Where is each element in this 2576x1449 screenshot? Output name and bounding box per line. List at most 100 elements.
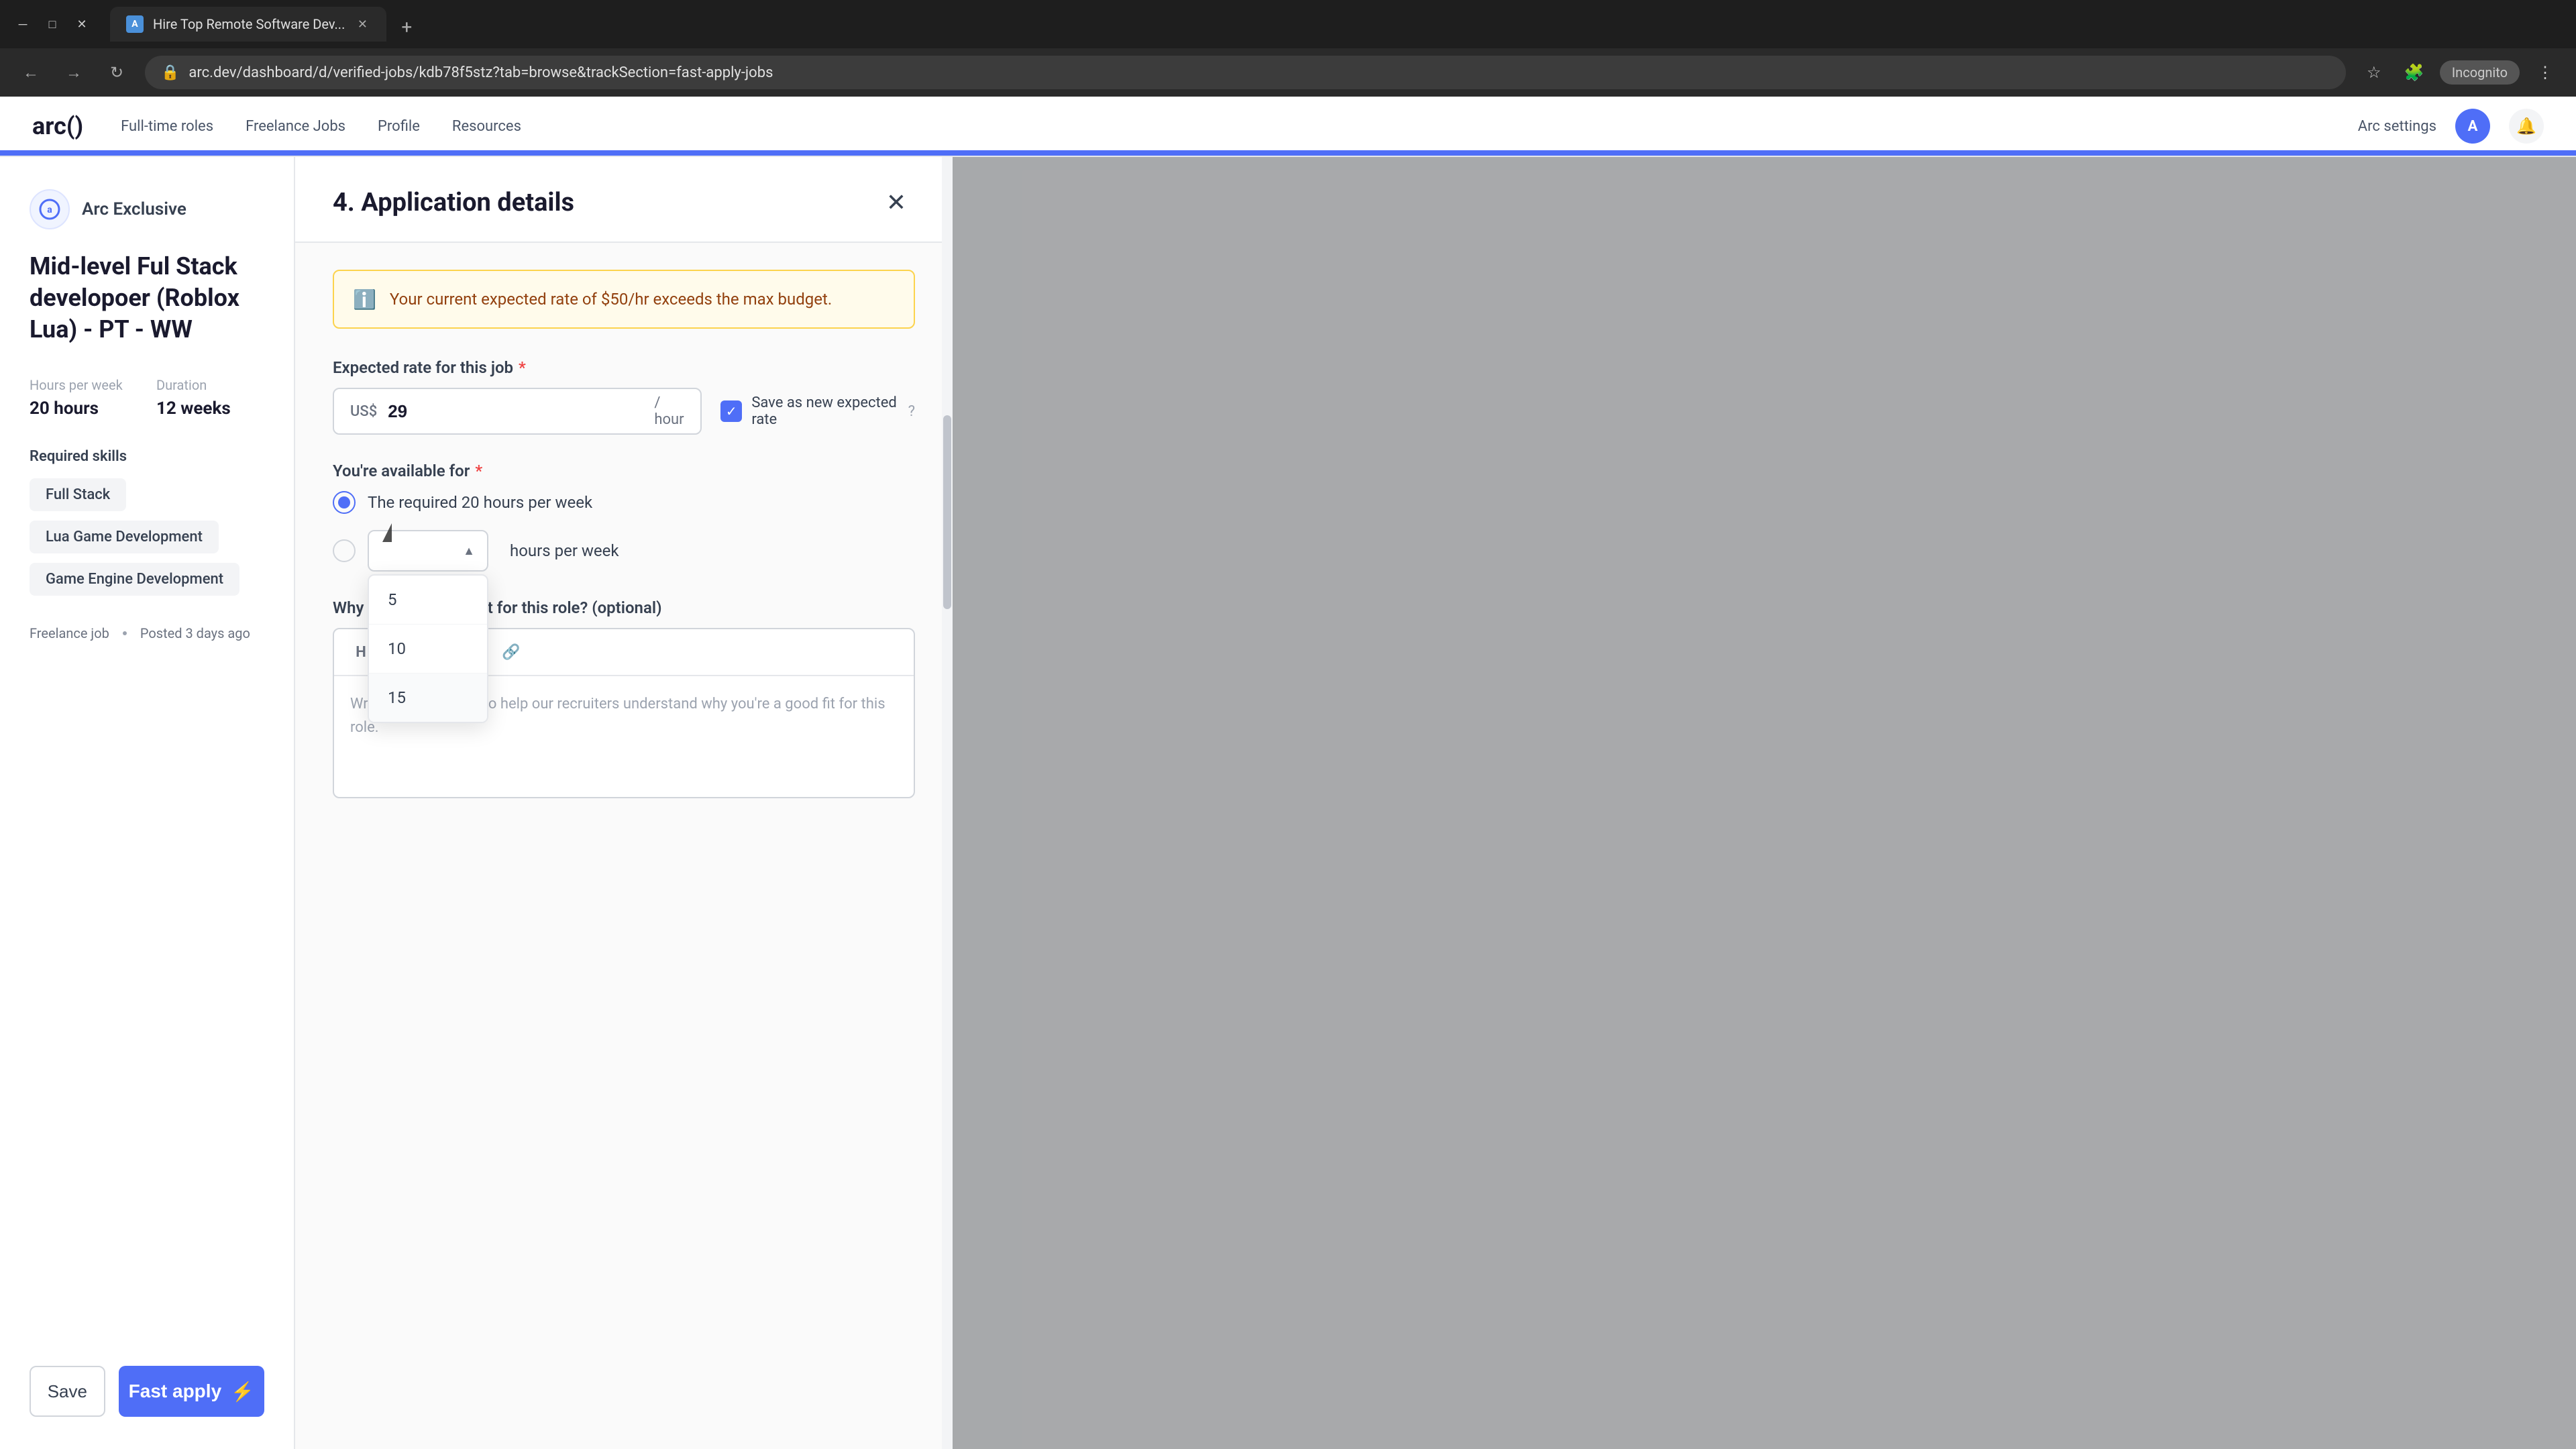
progress-bar-fill bbox=[0, 150, 2576, 156]
dropdown-item-15[interactable]: 15 bbox=[369, 674, 487, 722]
job-meta-grid: Hours per week 20 hours Duration 12 week… bbox=[30, 377, 264, 419]
dropdown-menu: 5 10 15 bbox=[368, 574, 488, 723]
tab-bar: A Hire Top Remote Software Dev... ✕ + bbox=[99, 7, 2563, 42]
active-tab[interactable]: A Hire Top Remote Software Dev... ✕ bbox=[110, 7, 386, 42]
help-icon[interactable]: ? bbox=[908, 403, 915, 420]
save-rate-label: Save as new expected rate bbox=[751, 394, 898, 428]
tab-favicon: A bbox=[126, 15, 144, 33]
radio-custom[interactable] bbox=[333, 539, 356, 562]
arc-settings-label[interactable]: Arc settings bbox=[2358, 118, 2436, 135]
tab-close-button[interactable]: ✕ bbox=[354, 16, 370, 32]
forward-button[interactable]: → bbox=[59, 58, 89, 87]
radio-required[interactable] bbox=[333, 491, 356, 514]
save-rate-check: ✓ Save as new expected rate ? bbox=[720, 394, 915, 428]
right-panel: 4. Application details ✕ ℹ️ Your current… bbox=[295, 157, 953, 1449]
company-badge: a Arc Exclusive bbox=[30, 189, 264, 229]
maximize-button[interactable]: □ bbox=[43, 15, 62, 34]
company-logo: a bbox=[30, 189, 70, 229]
modal-container: a Arc Exclusive Mid-level Ful Stack deve… bbox=[0, 157, 953, 1449]
minimize-button[interactable]: ─ bbox=[13, 15, 32, 34]
logo-text: arc() bbox=[32, 112, 83, 140]
rate-unit: / hour bbox=[654, 394, 684, 428]
right-scrollbar bbox=[942, 157, 953, 1449]
right-scroll-thumb[interactable] bbox=[943, 415, 951, 609]
lightning-icon: ⚡ bbox=[231, 1381, 254, 1403]
hours-per-week-text: hours per week bbox=[510, 541, 619, 560]
duration-label: Duration bbox=[156, 377, 264, 393]
modal-title: 4. Application details bbox=[333, 188, 574, 217]
incognito-badge: Incognito bbox=[2440, 60, 2520, 85]
skill-lua: Lua Game Development bbox=[30, 521, 219, 553]
expected-rate-group: Expected rate for this job * US$ / hour bbox=[333, 358, 915, 435]
skill-game-engine: Game Engine Development bbox=[30, 563, 239, 596]
dropdown-arrow-icon: ▲ bbox=[463, 544, 475, 558]
site-navbar: arc() Full-time roles Freelance Jobs Pro… bbox=[0, 97, 2576, 157]
close-modal-button[interactable]: ✕ bbox=[877, 184, 915, 221]
nav-links: Full-time roles Freelance Jobs Profile R… bbox=[121, 118, 521, 135]
radio-option-required: The required 20 hours per week bbox=[333, 491, 915, 514]
modal-body: ℹ️ Your current expected rate of $50/hr … bbox=[295, 243, 953, 1449]
nav-right: Arc settings A 🔔 bbox=[2358, 109, 2544, 144]
arc-logo-icon: a bbox=[38, 197, 62, 221]
site-logo: arc() bbox=[32, 112, 83, 140]
duration-value: 12 weeks bbox=[156, 398, 264, 419]
toolbar-icons: ☆ 🧩 Incognito ⋮ bbox=[2359, 58, 2560, 87]
profile-avatar[interactable]: A bbox=[2455, 109, 2490, 144]
currency-label: US$ bbox=[350, 403, 377, 420]
skill-full-stack: Full Stack bbox=[30, 478, 126, 511]
browser-titlebar: ─ □ ✕ A Hire Top Remote Software Dev... … bbox=[0, 0, 2576, 48]
website-content: arc() Full-time roles Freelance Jobs Pro… bbox=[0, 97, 2576, 1449]
notifications-button[interactable]: 🔔 bbox=[2509, 109, 2544, 144]
company-exclusive-label: Arc Exclusive bbox=[82, 199, 186, 219]
url-text: arc.dev/dashboard/d/verified-jobs/kdb78f… bbox=[189, 64, 2329, 81]
alert-text: Your current expected rate of $50/hr exc… bbox=[390, 287, 832, 311]
skills-section-title: Required skills bbox=[30, 448, 264, 465]
save-rate-checkbox[interactable]: ✓ bbox=[720, 400, 742, 422]
back-button[interactable]: ← bbox=[16, 58, 46, 87]
dropdown-item-5[interactable]: 5 bbox=[369, 576, 487, 625]
hours-label: Hours per week bbox=[30, 377, 138, 393]
modal-header: 4. Application details ✕ bbox=[295, 157, 953, 243]
left-panel: a Arc Exclusive Mid-level Ful Stack deve… bbox=[0, 157, 295, 1449]
hours-dropdown[interactable]: ▲ bbox=[368, 530, 488, 572]
availability-section: You're available for * The required 20 h… bbox=[333, 462, 915, 572]
close-window-button[interactable]: ✕ bbox=[72, 15, 91, 34]
main-area: a Arc Exclusive Mid-level Ful Stack deve… bbox=[0, 157, 2576, 1449]
bookmark-button[interactable]: ☆ bbox=[2359, 58, 2389, 87]
menu-button[interactable]: ⋮ bbox=[2530, 58, 2560, 87]
modal-overlay: a Arc Exclusive Mid-level Ful Stack deve… bbox=[0, 157, 2576, 1449]
address-bar[interactable]: 🔒 arc.dev/dashboard/d/verified-jobs/kdb7… bbox=[145, 56, 2346, 89]
duration-meta: Duration 12 weeks bbox=[156, 377, 264, 419]
nav-freelance[interactable]: Freelance Jobs bbox=[246, 118, 345, 135]
action-buttons: Save Fast apply ⚡ bbox=[30, 1366, 264, 1417]
rate-input-row: US$ / hour ✓ Save as new expected rate ? bbox=[333, 388, 915, 435]
skills-container: Full Stack Lua Game Development Game Eng… bbox=[30, 478, 264, 596]
tab-title: Hire Top Remote Software Dev... bbox=[153, 16, 345, 32]
nav-full-time[interactable]: Full-time roles bbox=[121, 118, 213, 135]
svg-text:a: a bbox=[47, 205, 52, 215]
progress-bar-container bbox=[0, 150, 2576, 156]
fast-apply-label: Fast apply bbox=[129, 1381, 221, 1402]
rate-input-box[interactable]: US$ / hour bbox=[333, 388, 702, 435]
dropdown-item-10[interactable]: 10 bbox=[369, 625, 487, 674]
radio-required-label: The required 20 hours per week bbox=[368, 493, 592, 512]
alert-box: ℹ️ Your current expected rate of $50/hr … bbox=[333, 270, 915, 329]
browser-frame: ─ □ ✕ A Hire Top Remote Software Dev... … bbox=[0, 0, 2576, 1449]
radio-dot bbox=[338, 496, 350, 508]
link-tool[interactable]: 🔗 bbox=[498, 639, 525, 665]
save-button[interactable]: Save bbox=[30, 1366, 105, 1417]
expected-rate-label: Expected rate for this job * bbox=[333, 358, 915, 377]
lock-icon: 🔒 bbox=[161, 64, 179, 81]
job-type: Freelance job bbox=[30, 625, 109, 641]
extensions-button[interactable]: 🧩 bbox=[2400, 58, 2429, 87]
alert-icon: ℹ️ bbox=[353, 288, 376, 311]
nav-profile[interactable]: Profile bbox=[378, 118, 420, 135]
radio-option-custom: ▲ 5 10 15 hou bbox=[333, 530, 915, 572]
fast-apply-button[interactable]: Fast apply ⚡ bbox=[119, 1366, 264, 1417]
rate-input[interactable] bbox=[388, 401, 643, 422]
new-tab-button[interactable]: + bbox=[392, 12, 421, 42]
job-title: Mid-level Ful Stack developoer (Roblox L… bbox=[30, 251, 264, 345]
nav-resources[interactable]: Resources bbox=[452, 118, 521, 135]
reload-button[interactable]: ↻ bbox=[102, 58, 131, 87]
hours-dropdown-wrapper: ▲ 5 10 15 bbox=[368, 530, 488, 572]
